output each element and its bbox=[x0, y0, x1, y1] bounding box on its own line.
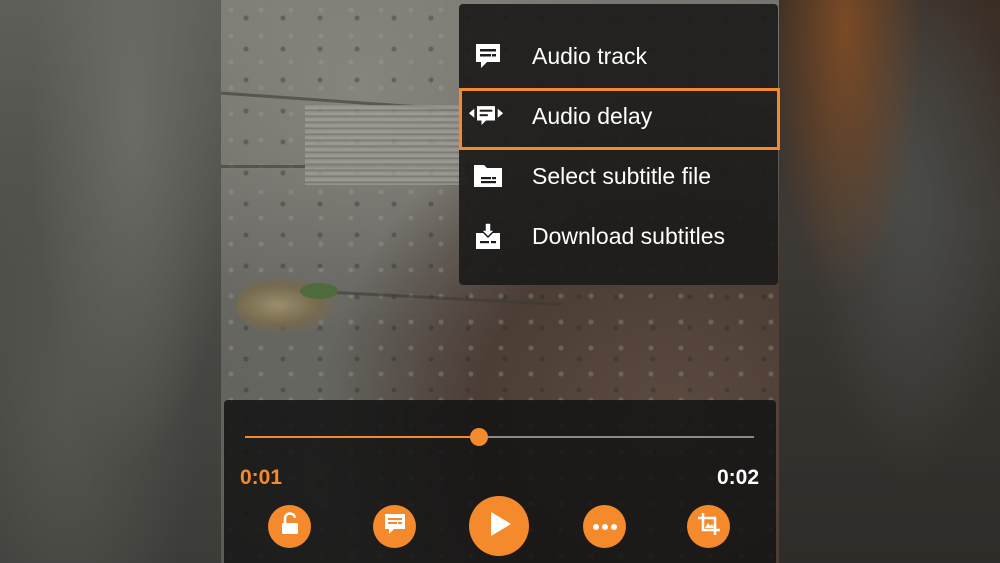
menu-item-label: Audio track bbox=[532, 43, 648, 69]
menu-item-audio-track[interactable]: Audio track bbox=[459, 26, 778, 86]
aspect-ratio-button[interactable] bbox=[687, 505, 730, 548]
more-options-button[interactable] bbox=[583, 505, 626, 548]
menu-item-audio-delay[interactable]: Audio delay bbox=[459, 86, 778, 146]
blurred-background-left bbox=[0, 0, 221, 563]
subtitle-bubble-icon bbox=[472, 40, 504, 72]
audio-delay-icon bbox=[468, 100, 504, 132]
crop-icon bbox=[697, 512, 721, 541]
player-controls: 0:01 0:02 bbox=[224, 400, 776, 563]
video-artifact bbox=[305, 105, 465, 185]
menu-item-label: Audio delay bbox=[532, 103, 653, 129]
video-leaf-green bbox=[300, 283, 338, 299]
lock-button[interactable] bbox=[268, 505, 311, 548]
folder-subtitle-icon bbox=[472, 160, 504, 192]
play-button[interactable] bbox=[469, 496, 529, 556]
download-subtitle-icon bbox=[472, 220, 504, 252]
subtitle-bubble-icon bbox=[383, 512, 407, 541]
more-dots-icon bbox=[592, 518, 618, 536]
blurred-background-right bbox=[779, 0, 1000, 563]
subtitle-audio-menu: Audio track Audio delay Select subtitle … bbox=[459, 4, 778, 285]
menu-item-label: Select subtitle file bbox=[532, 163, 711, 189]
unlock-icon bbox=[279, 512, 301, 541]
seek-bar[interactable] bbox=[245, 428, 754, 446]
menu-item-download-subtitles[interactable]: Download subtitles bbox=[459, 206, 778, 266]
current-time: 0:01 bbox=[240, 466, 283, 489]
total-time: 0:02 bbox=[716, 466, 759, 489]
seek-bar-thumb[interactable] bbox=[470, 428, 489, 446]
subtitles-button[interactable] bbox=[373, 505, 416, 548]
menu-item-label: Download subtitles bbox=[532, 223, 726, 249]
menu-item-select-subtitle-file[interactable]: Select subtitle file bbox=[459, 146, 778, 206]
play-icon bbox=[485, 509, 513, 544]
seek-bar-progress bbox=[245, 436, 480, 438]
